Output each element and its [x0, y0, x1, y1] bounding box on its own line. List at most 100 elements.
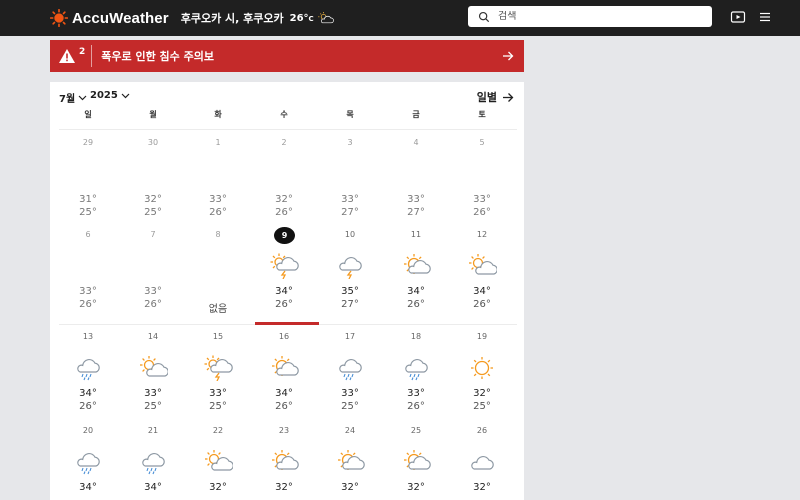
weekday-label: 화: [214, 110, 222, 119]
high-temperature: 32°: [473, 388, 491, 399]
calendar-day[interactable]: 26 32°: [452, 422, 512, 500]
calendar-day[interactable]: 7 33° 26°: [123, 226, 183, 322]
rain-icon: [77, 359, 100, 381]
sun-cloud-icon: [272, 450, 299, 470]
weekday-label: 금: [412, 110, 420, 119]
partly-cloudy-icon: [469, 254, 497, 275]
month-selector[interactable]: 7월: [59, 90, 87, 105]
calendar-day[interactable]: 19 32° 25°: [452, 328, 512, 424]
high-temperature: 32°: [341, 482, 359, 493]
calendar-day[interactable]: 9 34° 26°: [254, 226, 314, 322]
day-number: 17: [344, 332, 356, 341]
calendar-day[interactable]: 13 34° 26°: [58, 328, 118, 424]
menu-icon[interactable]: [757, 10, 773, 24]
search-box[interactable]: [468, 6, 712, 27]
calendar-day[interactable]: 10 35° 27°: [320, 226, 380, 322]
alert-count: 2: [79, 47, 86, 57]
high-temperature: 32°: [209, 482, 227, 493]
calendar-day[interactable]: 14 33° 25°: [123, 328, 183, 424]
top-navigation-bar: AccuWeather 후쿠오카 시, 후쿠오카 26°C: [0, 0, 800, 36]
calendar-day[interactable]: 12 34° 26°: [452, 226, 512, 322]
calendar-day[interactable]: 23 32°: [254, 422, 314, 500]
calendar-day[interactable]: 29 31° 25°: [58, 134, 118, 230]
high-temperature: 32°: [407, 482, 425, 493]
current-temp-value: 26°: [289, 12, 309, 24]
calendar-day[interactable]: 20 34°: [58, 422, 118, 500]
calendar-day[interactable]: 30 32° 25°: [123, 134, 183, 230]
alert-text: 폭우로 인한 침수 주의보: [101, 50, 214, 63]
calendar-day[interactable]: 8 없음: [188, 226, 248, 322]
calendar-day[interactable]: 17 33° 25°: [320, 328, 380, 424]
sun-cloud-icon: [272, 356, 299, 376]
sun-thunder-icon: [204, 355, 233, 381]
calendar-day[interactable]: 16 34° 26°: [254, 328, 314, 424]
high-temperature: 34°: [144, 482, 162, 493]
calendar-day[interactable]: 24 32°: [320, 422, 380, 500]
arrow-right-icon: [503, 92, 514, 102]
high-temperature: 32°: [275, 482, 293, 493]
sun-thunder-icon: [270, 253, 299, 279]
calendar-day[interactable]: 11 34° 26°: [386, 226, 446, 322]
day-number: 3: [347, 138, 353, 147]
sunny-icon: [471, 357, 493, 379]
year-selector[interactable]: 2025: [90, 90, 130, 101]
year-label: 2025: [90, 90, 118, 101]
calendar-day[interactable]: 2 32° 26°: [254, 134, 314, 230]
low-temperature: 27°: [341, 207, 359, 218]
high-temperature: 34°: [407, 286, 425, 297]
search-input[interactable]: [498, 11, 698, 22]
low-temperature: 26°: [275, 401, 293, 412]
low-temperature: 25°: [144, 401, 162, 412]
day-number: 8: [215, 230, 221, 239]
day-number: 23: [278, 426, 290, 435]
high-temperature: 33°: [341, 194, 359, 205]
accuweather-logo[interactable]: AccuWeather: [50, 9, 169, 27]
high-temperature: 35°: [341, 286, 359, 297]
low-temperature: 26°: [473, 207, 491, 218]
weekday-label: 목: [346, 110, 354, 119]
calendar-day[interactable]: 25 32°: [386, 422, 446, 500]
partly-cloudy-icon: [317, 12, 334, 24]
current-temperature[interactable]: 26°C: [290, 13, 314, 24]
weather-alert-banner[interactable]: 2 폭우로 인한 침수 주의보: [50, 40, 524, 72]
day-number: 7: [150, 230, 156, 239]
calendar-day[interactable]: 3 33° 27°: [320, 134, 380, 230]
partly-cloudy-icon: [140, 356, 168, 377]
day-number: 18: [410, 332, 422, 341]
search-icon: [478, 11, 490, 22]
high-temperature: 34°: [79, 388, 97, 399]
low-temperature: 26°: [407, 299, 425, 310]
high-temperature: 32°: [473, 482, 491, 493]
video-icon[interactable]: [730, 10, 746, 24]
high-temperature: 33°: [209, 194, 227, 205]
calendar-day[interactable]: 1 33° 26°: [188, 134, 248, 230]
high-temperature: 34°: [275, 286, 293, 297]
warning-icon: [59, 49, 75, 63]
chevron-down-icon: [78, 95, 87, 100]
calendar-day[interactable]: 18 33° 26°: [386, 328, 446, 424]
day-number: 4: [413, 138, 419, 147]
calendar-day[interactable]: 22 32°: [188, 422, 248, 500]
high-temperature: 33°: [209, 388, 227, 399]
day-number: 16: [278, 332, 290, 341]
day-number: 22: [212, 426, 224, 435]
current-location[interactable]: 후쿠오카 시, 후쿠오카: [181, 10, 284, 26]
day-number: 15: [212, 332, 224, 341]
calendar-day[interactable]: 5 33° 26°: [452, 134, 512, 230]
calendar-day[interactable]: 4 33° 27°: [386, 134, 446, 230]
high-temperature: 33°: [473, 194, 491, 205]
calendar-day[interactable]: 15 33° 25°: [188, 328, 248, 424]
day-number: 21: [147, 426, 159, 435]
high-temperature: 34°: [473, 286, 491, 297]
partly-cloudy-icon: [205, 450, 233, 471]
day-number: 1: [215, 138, 221, 147]
arrow-right-icon: [503, 51, 514, 61]
month-label: 7월: [59, 94, 76, 105]
day-number: 6: [85, 230, 91, 239]
calendar-day[interactable]: 21 34°: [123, 422, 183, 500]
calendar-day[interactable]: 6 33° 26°: [58, 226, 118, 322]
cloud-thunder-icon: [339, 257, 362, 279]
high-temperature: 33°: [407, 388, 425, 399]
daily-view-link[interactable]: 일별: [477, 89, 514, 105]
low-temperature: 25°: [341, 401, 359, 412]
